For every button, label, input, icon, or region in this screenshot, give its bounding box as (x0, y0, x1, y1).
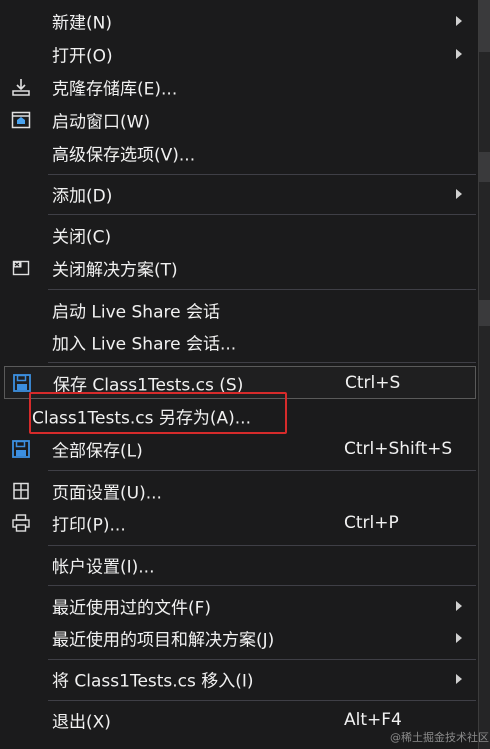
submenu-arrow-icon (456, 15, 462, 26)
menu-separator (48, 174, 476, 175)
menu-item-label: 启动 Live Share 会话 (52, 302, 220, 322)
menu-item-save-all[interactable]: 全部保存(L) Ctrl+Shift+S (4, 432, 476, 465)
menu-item-label: 关闭(C) (52, 227, 112, 247)
menu-item-shortcut: Ctrl+P (344, 512, 399, 533)
submenu-arrow-icon (456, 188, 462, 199)
menu-item-join-live-share[interactable]: 加入 Live Share 会话... (4, 325, 476, 358)
page-setup-icon (10, 480, 32, 502)
menu-item-label: 关闭解决方案(T) (52, 260, 178, 280)
menu-item-shortcut: Ctrl+Shift+S (344, 438, 453, 459)
menu-item-label: 克隆存储库(E)... (52, 79, 178, 99)
close-solution-icon (10, 257, 32, 279)
menu-item-label: 添加(D) (52, 186, 113, 206)
menu-item-label: 高级保存选项(V)... (52, 145, 196, 165)
menu-item-move-into[interactable]: 将 Class1Tests.cs 移入(I) (4, 662, 476, 695)
menu-separator (48, 585, 476, 586)
menu-item-shortcut: Alt+F4 (344, 709, 402, 730)
menu-separator (48, 362, 476, 363)
submenu-arrow-icon (456, 48, 462, 59)
menu-item-label: 最近使用的项目和解决方案(J) (52, 630, 275, 650)
background-editor-edge (479, 0, 490, 749)
save-icon (11, 372, 33, 394)
menu-item-recent-projects[interactable]: 最近使用的项目和解决方案(J) (4, 621, 476, 654)
menu-item-account-settings[interactable]: 帐户设置(I)... (4, 548, 476, 581)
menu-item-close-solution[interactable]: 关闭解决方案(T) (4, 251, 476, 284)
menu-item-label: 将 Class1Tests.cs 移入(I) (52, 671, 254, 691)
menu-item-label: 启动窗口(W) (52, 112, 151, 132)
menu-item-label: 退出(X) (52, 712, 111, 732)
menu-item-page-setup[interactable]: 页面设置(U)... (4, 474, 476, 507)
menu-item-new[interactable]: 新建(N) (4, 4, 476, 37)
menu-item-recent-files[interactable]: 最近使用过的文件(F) (4, 589, 476, 622)
menu-item-label: 全部保存(L) (52, 441, 143, 461)
menu-separator (48, 470, 476, 471)
start-window-icon (10, 109, 32, 131)
menu-item-close[interactable]: 关闭(C) (4, 218, 476, 251)
menu-separator (48, 659, 476, 660)
menu-item-open[interactable]: 打开(O) (4, 37, 476, 70)
annotation-highlight-box (29, 392, 287, 434)
submenu-arrow-icon (456, 632, 462, 643)
printer-icon (10, 512, 32, 534)
menu-item-advanced-save-options[interactable]: 高级保存选项(V)... (4, 136, 476, 169)
menu-item-label: 打开(O) (52, 46, 113, 66)
menu-item-label: 页面设置(U)... (52, 483, 162, 503)
menu-item-label: 帐户设置(I)... (52, 557, 155, 577)
menu-item-print[interactable]: 打印(P)... Ctrl+P (4, 506, 476, 539)
menu-item-shortcut: Ctrl+S (345, 372, 401, 393)
menu-separator (48, 289, 476, 290)
submenu-arrow-icon (456, 673, 462, 684)
menu-item-add[interactable]: 添加(D) (4, 177, 476, 210)
clone-download-icon (10, 76, 32, 98)
save-all-icon (10, 438, 32, 460)
menu-item-label: 加入 Live Share 会话... (52, 334, 237, 354)
menu-item-clone-repository[interactable]: 克隆存储库(E)... (4, 70, 476, 103)
menu-separator (48, 214, 476, 215)
submenu-arrow-icon (456, 600, 462, 611)
menu-separator (48, 700, 476, 701)
watermark: @稀土掘金技术社区 (390, 731, 489, 744)
menu-item-start-window[interactable]: 启动窗口(W) (4, 103, 476, 136)
menu-item-label: 打印(P)... (52, 515, 126, 535)
menu-item-label: 新建(N) (52, 13, 112, 33)
menu-item-start-live-share[interactable]: 启动 Live Share 会话 (4, 293, 476, 326)
menu-item-label: 最近使用过的文件(F) (52, 598, 212, 618)
menu-separator (48, 545, 476, 546)
file-menu: 新建(N) 打开(O) 克隆存储库(E)... 启动窗口(W) 高级保存选项(V… (0, 0, 479, 749)
